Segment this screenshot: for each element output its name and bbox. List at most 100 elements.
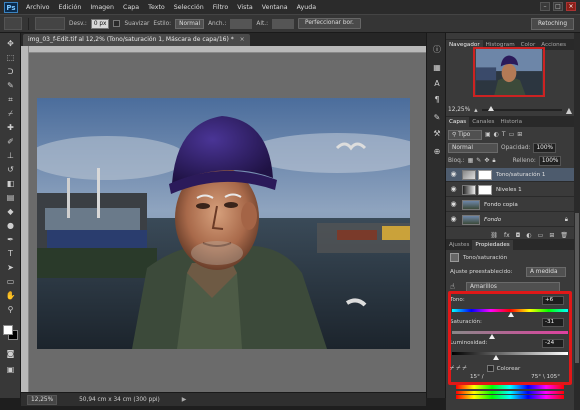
type-tool-icon[interactable]: T (4, 249, 17, 259)
screen-mode-icon[interactable]: ▣ (4, 365, 17, 375)
panel-scrollbar[interactable] (574, 33, 580, 410)
tool-presets-icon[interactable]: ⚒ (432, 129, 442, 139)
color-swatches[interactable] (3, 325, 19, 341)
menu-seleccion[interactable]: Selección (174, 4, 204, 11)
lightness-input[interactable]: -24 (542, 338, 564, 348)
zoom-out-icon[interactable]: ▴ (474, 106, 478, 114)
close-icon[interactable]: × (566, 2, 576, 11)
lock-pixels-icon[interactable]: ✎ (476, 157, 481, 164)
menu-capa[interactable]: Capa (123, 4, 139, 11)
width-input[interactable] (230, 18, 253, 29)
close-tab-icon[interactable]: × (240, 36, 245, 43)
marquee-tool-preset-icon[interactable] (4, 17, 22, 30)
layer-row-hue-saturation[interactable]: ◉ Tono/saturación 1 (446, 168, 574, 182)
style-select[interactable]: Normal (175, 18, 205, 29)
filter-smart-icon[interactable]: ⊞ (517, 131, 522, 138)
color-range-slider[interactable] (456, 391, 564, 394)
document-tab[interactable]: img_03_f-Edit.tif al 12,2% (Tono/saturac… (23, 34, 250, 46)
saturation-slider-track[interactable] (452, 331, 568, 334)
layer-mask-thumbnail[interactable] (478, 184, 492, 195)
eyedropper-icon[interactable]: ⌿ (450, 364, 454, 373)
visibility-eye-icon[interactable]: ◉ (449, 170, 458, 179)
layer-name[interactable]: Fondo copia (484, 202, 518, 208)
crop-tool-icon[interactable]: ⌗ (4, 95, 17, 105)
colorize-checkbox[interactable] (486, 365, 494, 372)
menu-imagen[interactable]: Imagen (90, 4, 114, 11)
visibility-eye-icon[interactable]: ◉ (449, 215, 458, 224)
lightness-slider-track[interactable] (452, 352, 568, 355)
eyedropper-minus-icon[interactable]: ⌿ (462, 364, 466, 373)
layer-name[interactable]: Tono/saturación 1 (496, 172, 545, 178)
smooth-checkbox[interactable] (113, 20, 121, 27)
lock-position-icon[interactable]: ✥ (484, 157, 489, 164)
menu-vista[interactable]: Vista (237, 4, 253, 11)
layer-mask-thumbnail[interactable] (478, 169, 492, 180)
path-selection-icon[interactable]: ➤ (4, 263, 17, 273)
status-menu-arrow-icon[interactable]: ▶ (182, 396, 187, 403)
navigator-zoom-slider[interactable] (481, 106, 562, 111)
tab-historia[interactable]: Historia (497, 117, 525, 127)
menu-filtro[interactable]: Filtro (213, 4, 228, 11)
hue-input[interactable]: +6 (542, 295, 564, 305)
layer-filter-select[interactable]: ⚲ Tipo (448, 129, 482, 140)
new-layer-icon[interactable]: ⊞ (549, 232, 554, 239)
refine-edge-button[interactable]: Perfeccionar bor. (298, 18, 361, 29)
menu-ayuda[interactable]: Ayuda (297, 4, 316, 11)
pen-tool-icon[interactable]: ✒ (4, 235, 17, 245)
history-brush-icon[interactable]: ↺ (4, 165, 17, 175)
layer-row-background-copy[interactable]: ◉ Fondo copia (446, 198, 574, 212)
canvas-area[interactable] (21, 46, 426, 392)
blend-mode-select[interactable]: Normal (448, 142, 498, 153)
foreground-color-swatch[interactable] (3, 325, 13, 335)
tab-propiedades[interactable]: Propiedades (472, 240, 513, 250)
minimize-icon[interactable]: – (540, 2, 550, 11)
zoom-in-icon[interactable]: ▲ (566, 106, 572, 115)
new-adjustment-icon[interactable]: ◐ (526, 232, 531, 239)
lock-all-icon[interactable]: 🔒︎ (492, 157, 495, 165)
layer-row-background[interactable]: ◉ Fondo 🔒︎ (446, 213, 574, 227)
navigator-zoom-knob[interactable] (488, 106, 495, 111)
tab-capas[interactable]: Capas (446, 117, 470, 127)
brush-presets-icon[interactable]: ✎ (432, 113, 442, 123)
vertical-ruler[interactable] (21, 46, 29, 392)
opacity-input[interactable]: 100% (533, 142, 557, 153)
selection-mode-icons[interactable] (35, 17, 65, 30)
layer-style-icon[interactable]: fx (504, 232, 510, 239)
character-icon[interactable]: A (432, 79, 442, 89)
tab-canales[interactable]: Canales (469, 117, 497, 127)
filter-shape-icon[interactable]: ▭ (509, 131, 515, 138)
zoom-level-field[interactable]: 12,25% (27, 394, 58, 405)
menu-ventana[interactable]: Ventana (262, 4, 288, 11)
menu-texto[interactable]: Texto (148, 4, 165, 11)
quick-selection-icon[interactable]: ✎ (4, 81, 17, 91)
healing-brush-icon[interactable]: ✚ (4, 123, 17, 133)
move-tool-icon[interactable]: ✥ (4, 39, 17, 49)
lock-transparent-icon[interactable]: ▦ (468, 157, 474, 164)
add-mask-icon[interactable]: ◘ (516, 232, 521, 239)
tab-ajustes[interactable]: Ajustes (446, 240, 472, 250)
delete-layer-icon[interactable]: 🗑︎ (560, 232, 568, 239)
navigator-thumbnail[interactable] (473, 47, 545, 97)
channel-select[interactable]: Amarillos (466, 281, 560, 292)
marquee-tool-icon[interactable]: ⬚ (4, 53, 17, 63)
brush-tool-icon[interactable]: ✐ (4, 137, 17, 147)
eraser-tool-icon[interactable]: ◧ (4, 179, 17, 189)
menu-edicion[interactable]: Edición (59, 4, 82, 11)
menu-archivo[interactable]: Archivo (26, 4, 50, 11)
paragraph-icon[interactable]: ¶ (432, 95, 442, 105)
shape-tool-icon[interactable]: ▭ (4, 277, 17, 287)
info-icon[interactable]: ⓘ (432, 45, 442, 55)
dodge-tool-icon[interactable]: ● (4, 221, 17, 231)
workspace-select[interactable]: Retoching (531, 18, 574, 30)
gradient-tool-icon[interactable]: ▤ (4, 193, 17, 203)
new-group-icon[interactable]: ▭ (538, 232, 544, 239)
maximize-icon[interactable]: □ (553, 2, 563, 11)
document-image[interactable] (37, 98, 410, 349)
visibility-eye-icon[interactable]: ◉ (449, 185, 458, 194)
saturation-slider-knob[interactable] (489, 334, 496, 339)
quick-mask-icon[interactable]: ◙ (4, 349, 17, 359)
clone-source-icon[interactable]: ⊕ (432, 147, 442, 157)
horizontal-ruler[interactable] (29, 46, 426, 53)
fill-input[interactable]: 100% (538, 155, 562, 166)
visibility-eye-icon[interactable]: ◉ (449, 200, 458, 209)
